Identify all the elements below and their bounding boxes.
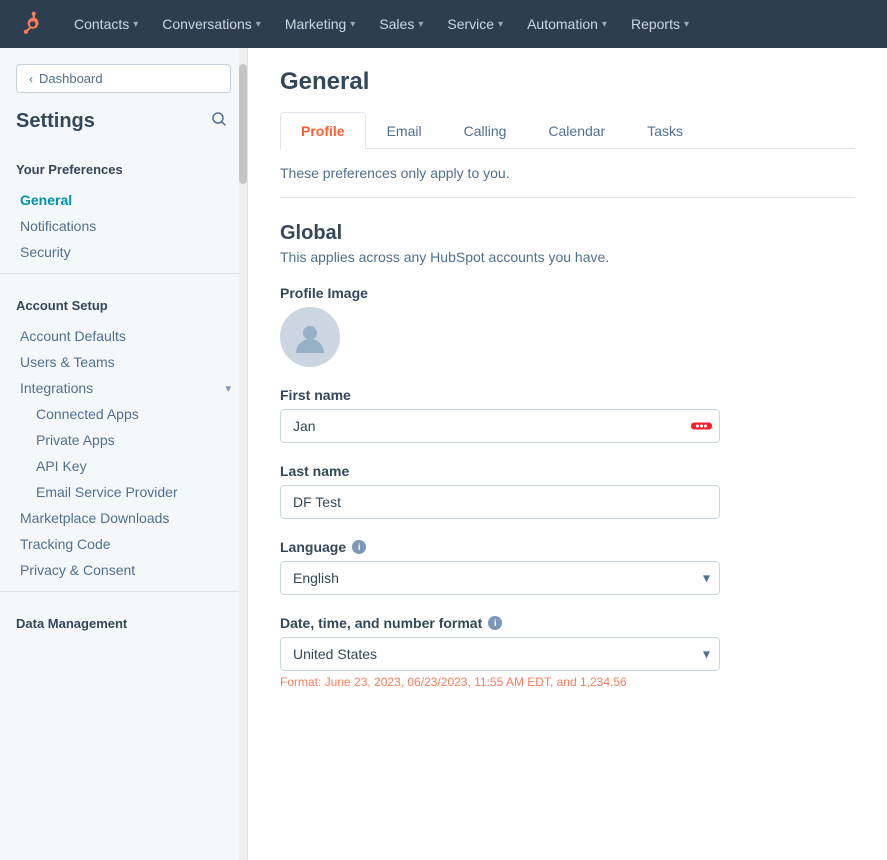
nav-contacts[interactable]: Contacts ▾	[64, 10, 148, 38]
date-format-label: Date, time, and number format i	[280, 615, 855, 631]
tab-email[interactable]: Email	[366, 112, 443, 149]
nav-sales[interactable]: Sales ▾	[369, 10, 433, 38]
nav-reports[interactable]: Reports ▾	[621, 10, 699, 38]
sidebar-item-general[interactable]: General	[0, 187, 247, 213]
format-hint: Format: June 23, 2023, 06/23/2023, 11:55…	[280, 675, 855, 689]
language-select-wrapper: English Spanish French German Portuguese…	[280, 561, 720, 595]
language-info-icon: i	[352, 540, 366, 554]
chevron-down-icon: ▾	[256, 19, 261, 30]
date-format-group: Date, time, and number format i United S…	[280, 615, 855, 689]
chevron-down-icon: ▾	[225, 382, 231, 395]
search-button[interactable]	[207, 109, 231, 134]
date-format-info-icon: i	[488, 616, 502, 630]
global-section: Global This applies across any HubSpot a…	[280, 222, 855, 689]
nav-automation[interactable]: Automation ▾	[517, 10, 617, 38]
hubspot-logo[interactable]	[16, 8, 48, 40]
first-name-label: First name	[280, 387, 855, 403]
dot-3	[704, 425, 707, 428]
date-format-select[interactable]: United States United Kingdom Germany Fra…	[280, 637, 720, 671]
scrollbar-thumb[interactable]	[239, 64, 247, 184]
chevron-down-icon: ▾	[350, 19, 355, 30]
app-layout: ‹ Dashboard Settings Your Preferences Ge…	[0, 48, 887, 860]
language-label: Language i	[280, 539, 855, 555]
last-name-input[interactable]	[280, 485, 720, 519]
sidebar-item-integrations[interactable]: Integrations ▾	[0, 375, 247, 401]
scrollbar-track	[239, 48, 247, 860]
first-name-input[interactable]	[280, 409, 720, 443]
sidebar-divider-2	[0, 591, 247, 592]
global-section-title: Global	[280, 222, 855, 245]
dot-2	[700, 425, 703, 428]
back-arrow-icon: ‹	[29, 72, 33, 86]
settings-title: Settings	[16, 110, 95, 133]
profile-image-group: Profile Image	[280, 285, 855, 367]
dot-1	[696, 425, 699, 428]
sidebar-item-tracking-code[interactable]: Tracking Code	[0, 531, 247, 557]
top-navigation: Contacts ▾ Conversations ▾ Marketing ▾ S…	[0, 0, 887, 48]
input-options-button[interactable]	[691, 423, 712, 430]
sidebar-item-connected-apps[interactable]: Connected Apps	[0, 401, 247, 427]
dashboard-button[interactable]: ‹ Dashboard	[16, 64, 231, 93]
chevron-down-icon: ▾	[684, 19, 689, 30]
tab-calendar[interactable]: Calendar	[527, 112, 626, 149]
tab-profile[interactable]: Profile	[280, 112, 366, 149]
sidebar-item-notifications[interactable]: Notifications	[0, 213, 247, 239]
tab-calling[interactable]: Calling	[443, 112, 528, 149]
sidebar-item-security[interactable]: Security	[0, 239, 247, 265]
sidebar-item-marketplace-downloads[interactable]: Marketplace Downloads	[0, 505, 247, 531]
sidebar-section-account-setup: Account Setup	[0, 282, 247, 323]
tab-tasks[interactable]: Tasks	[626, 112, 704, 149]
sidebar: ‹ Dashboard Settings Your Preferences Ge…	[0, 48, 248, 860]
language-select[interactable]: English Spanish French German Portuguese	[280, 561, 720, 595]
page-header: General Profile Email Calling Calendar T…	[248, 48, 887, 149]
sidebar-item-email-service-provider[interactable]: Email Service Provider	[0, 479, 247, 505]
sidebar-item-account-defaults[interactable]: Account Defaults	[0, 323, 247, 349]
first-name-input-wrapper	[280, 409, 720, 443]
sidebar-section-preferences: Your Preferences	[0, 146, 247, 187]
nav-marketing[interactable]: Marketing ▾	[275, 10, 366, 38]
last-name-input-wrapper	[280, 485, 720, 519]
sidebar-header: Settings	[0, 101, 247, 146]
chevron-down-icon: ▾	[133, 19, 138, 30]
sidebar-section-heading-data: Data Management	[16, 616, 231, 631]
language-group: Language i English Spanish French German…	[280, 539, 855, 595]
global-section-subtitle: This applies across any HubSpot accounts…	[280, 249, 855, 265]
chevron-down-icon: ▾	[498, 19, 503, 30]
first-name-group: First name	[280, 387, 855, 443]
sidebar-section-heading-account: Account Setup	[16, 298, 231, 313]
sidebar-item-users-teams[interactable]: Users & Teams	[0, 349, 247, 375]
sidebar-section-data-management: Data Management	[0, 600, 247, 641]
sidebar-section-heading-preferences: Your Preferences	[16, 162, 231, 177]
last-name-group: Last name	[280, 463, 855, 519]
nav-conversations[interactable]: Conversations ▾	[152, 10, 271, 38]
sidebar-divider	[0, 273, 247, 274]
date-format-select-wrapper: United States United Kingdom Germany Fra…	[280, 637, 720, 671]
sidebar-item-privacy-consent[interactable]: Privacy & Consent	[0, 557, 247, 583]
nav-service[interactable]: Service ▾	[437, 10, 513, 38]
sidebar-item-private-apps[interactable]: Private Apps	[0, 427, 247, 453]
preferences-note: These preferences only apply to you.	[280, 165, 855, 198]
tab-bar: Profile Email Calling Calendar Tasks	[280, 112, 855, 149]
chevron-down-icon: ▾	[602, 19, 607, 30]
avatar[interactable]	[280, 307, 340, 367]
main-content: General Profile Email Calling Calendar T…	[248, 48, 887, 860]
chevron-down-icon: ▾	[418, 19, 423, 30]
sidebar-item-api-key[interactable]: API Key	[0, 453, 247, 479]
last-name-label: Last name	[280, 463, 855, 479]
content-body: These preferences only apply to you. Glo…	[248, 149, 887, 741]
page-title: General	[280, 68, 855, 96]
profile-image-label: Profile Image	[280, 285, 855, 301]
